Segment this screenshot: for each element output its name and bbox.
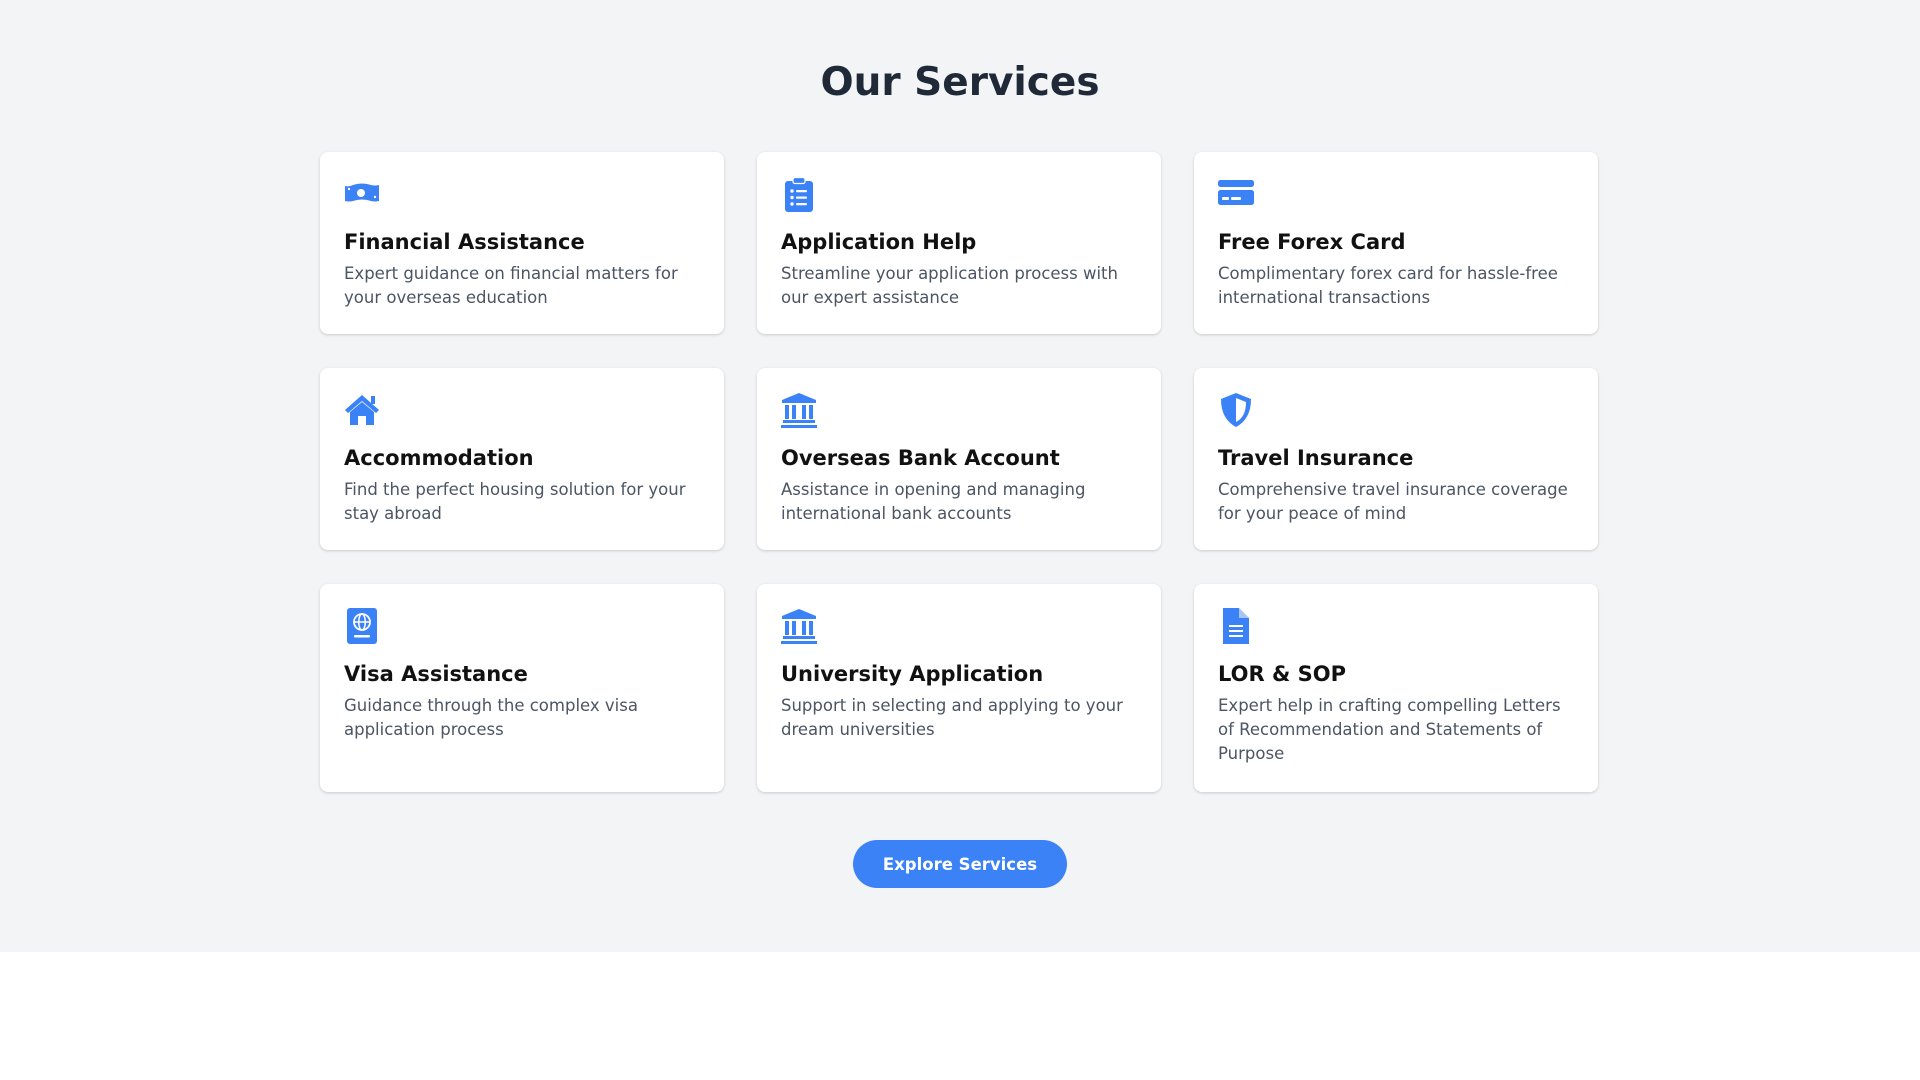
service-description: Streamline your application process with… [781,264,1118,307]
service-title: Financial Assistance [344,230,585,254]
service-description: Comprehensive travel insurance coverage … [1218,480,1568,523]
explore-services-button[interactable]: Explore Services [853,840,1067,888]
service-card-free-forex-card[interactable]: Free Forex Card Complimentary forex card… [1194,152,1598,334]
home-icon [344,392,380,428]
service-description: Expert guidance on financial matters for… [344,264,678,307]
clipboard-list-icon [781,176,817,212]
service-title: LOR & SOP [1218,662,1346,686]
service-title: Visa Assistance [344,662,528,686]
service-card-accommodation[interactable]: Accommodation Find the perfect housing s… [320,368,724,550]
service-description: Complimentary forex card for hassle-free… [1218,264,1558,307]
service-card-overseas-bank-account[interactable]: Overseas Bank Account Assistance in open… [757,368,1161,550]
passport-icon [344,608,380,644]
service-card-travel-insurance[interactable]: Travel Insurance Comprehensive travel in… [1194,368,1598,550]
service-title: University Application [781,662,1044,686]
service-title: Accommodation [344,446,534,470]
service-title: Overseas Bank Account [781,446,1060,470]
shield-icon [1218,392,1254,428]
service-card-university-application[interactable]: University Application Support in select… [757,584,1161,792]
document-icon [1218,608,1254,644]
service-description: Assistance in opening and managing inter… [781,480,1086,523]
service-description: Expert help in crafting compelling Lette… [1218,696,1561,763]
service-title: Application Help [781,230,977,254]
service-card-application-help[interactable]: Application Help Streamline your applica… [757,152,1161,334]
bank-icon [781,392,817,428]
service-card-financial-assistance[interactable]: Financial Assistance Expert guidance on … [320,152,724,334]
university-icon [781,608,817,644]
service-description: Support in selecting and applying to you… [781,696,1123,739]
service-description: Guidance through the complex visa applic… [344,696,638,739]
section-title: Our Services [820,60,1100,105]
service-title: Free Forex Card [1218,230,1406,254]
credit-card-icon [1218,176,1254,212]
service-description: Find the perfect housing solution for yo… [344,480,686,523]
money-bill-icon [344,176,380,212]
services-section: Our Services Financial Assistance Expert… [0,0,1920,952]
service-card-visa-assistance[interactable]: Visa Assistance Guidance through the com… [320,584,724,792]
service-card-lor-sop[interactable]: LOR & SOP Expert help in crafting compel… [1194,584,1598,792]
service-title: Travel Insurance [1218,446,1414,470]
